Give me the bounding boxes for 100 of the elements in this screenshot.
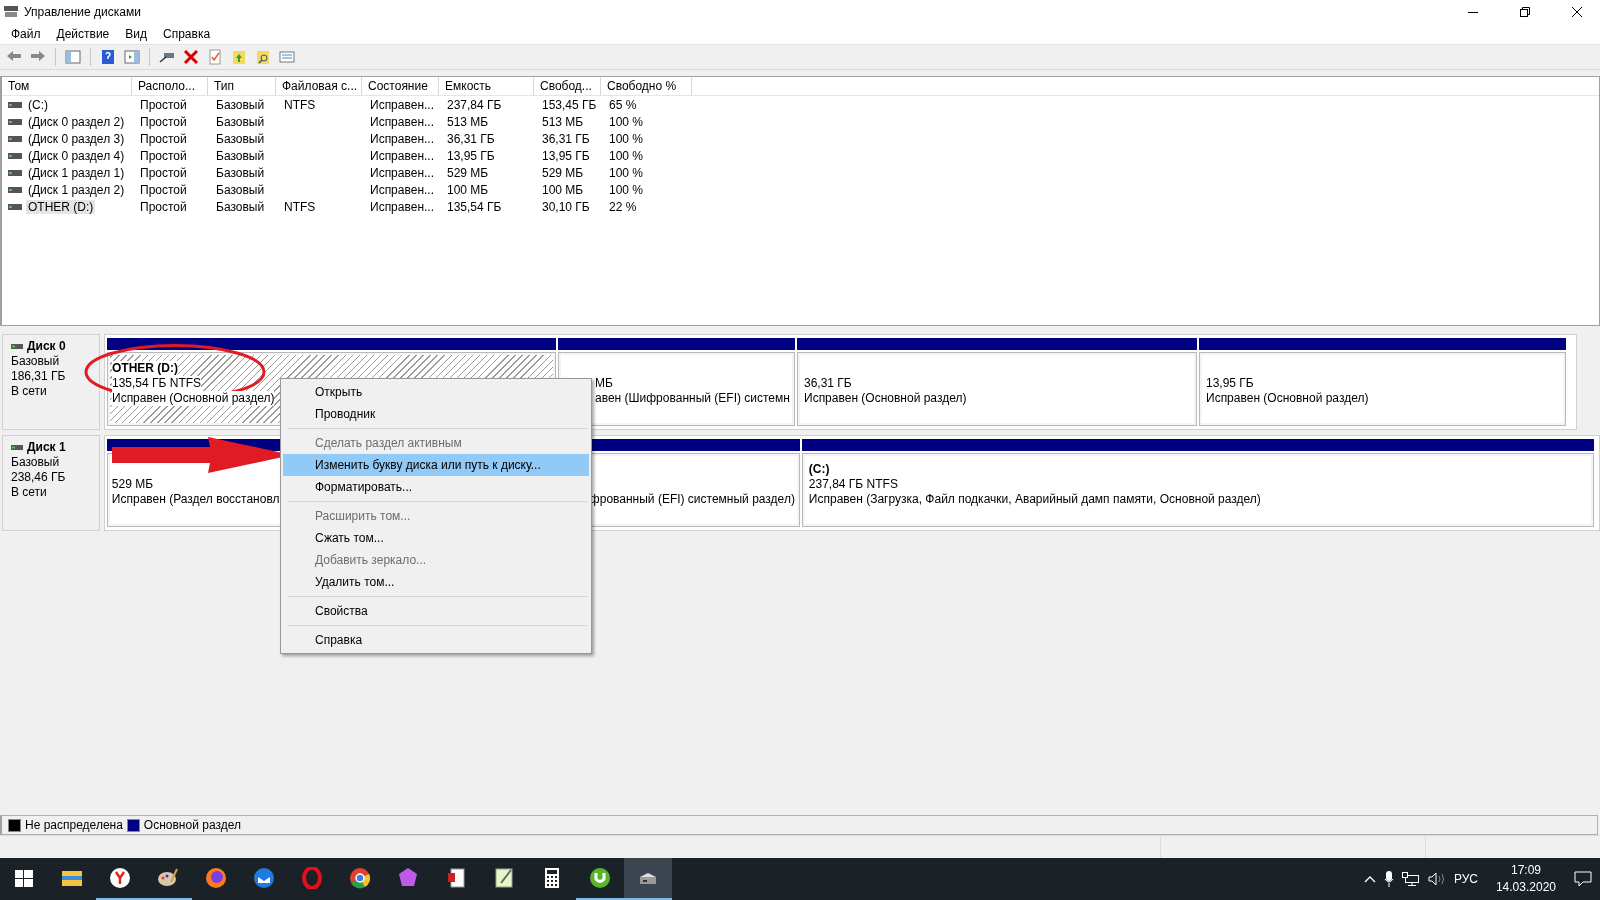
partition-status: Исправен (Раздел восстановл [111, 492, 280, 507]
check-document-icon [206, 48, 224, 66]
menu-item[interactable]: Действие [49, 27, 119, 41]
drive-icon [8, 186, 22, 193]
menu-item[interactable]: Справка [156, 27, 220, 41]
menu-item[interactable]: Свойства [283, 600, 589, 622]
table-cell-text: Исправен... [369, 114, 435, 129]
table-cell: OTHER (D:) [26, 199, 96, 214]
table-cell-text: 13,95 ГБ [446, 148, 496, 163]
table-cell-text: (Диск 1 раздел 1) [27, 165, 126, 180]
table-cell-text: Исправен... [369, 97, 435, 112]
table-cell-text: 529 МБ [541, 165, 585, 180]
legend-label: Основной раздел [143, 818, 241, 832]
table-cell-text: 135,54 ГБ [446, 199, 503, 214]
menu-item[interactable]: Изменить букву диска или путь к диску... [283, 454, 589, 476]
partition-block[interactable]: (C:) 237,84 ГБ NTFS Исправен (Загрузка, Файл подкачки, Аварийный дамп памяти, Основной раздел) [801, 453, 1594, 527]
drive-icon [8, 152, 22, 159]
help-icon [99, 48, 117, 66]
table-cell-text: 100 % [608, 182, 645, 197]
folder-up-icon [230, 48, 248, 66]
pane-icon [123, 48, 141, 66]
table-cell-text: Простой [139, 114, 188, 129]
list-icon [278, 48, 296, 66]
drive-icon [8, 203, 22, 210]
table-cell-text: 100 % [608, 131, 645, 146]
disk-name: Диск 1 [27, 440, 66, 455]
partition-size: МБ [595, 376, 613, 391]
table-cell-text: Простой [139, 165, 188, 180]
table-cell-text: Простой [139, 182, 188, 197]
drive-icon [8, 101, 22, 108]
table-cell-text: Базовый [215, 148, 266, 163]
partition-block[interactable]: 13,95 ГБ Исправен (Основной раздел) [1199, 352, 1566, 426]
table-cell-text: Базовый [215, 182, 266, 197]
menu-item[interactable]: Справка [283, 629, 589, 651]
table-cell-text: 30,10 ГБ [541, 199, 591, 214]
table-cell-text: Простой [139, 199, 188, 214]
restore-icon [1520, 7, 1530, 17]
table-cell-text: 100 МБ [446, 182, 490, 197]
table-cell-text: (C:) [27, 97, 49, 112]
disk-management-icon [4, 6, 18, 18]
partition-block[interactable]: МБ авен (Шифрованный (EFI) системн [558, 352, 795, 426]
partition-label: (C:) [808, 462, 830, 477]
drive-icon [11, 344, 23, 349]
language-indicator[interactable]: РУС [1453, 872, 1478, 886]
notification-icon[interactable] [1574, 871, 1592, 887]
partition-status: авен (Шифрованный (EFI) системн [595, 391, 790, 406]
partition-status: фрованный (EFI) системный раздел) [589, 492, 795, 507]
drive-icon [8, 118, 22, 125]
disk-name: Диск 0 [27, 339, 66, 354]
chevron-up-icon[interactable] [1363, 875, 1376, 883]
network-icon[interactable] [1401, 872, 1420, 886]
delete-icon [182, 48, 200, 66]
clock[interactable]: 17:09 14.03.2020 [1495, 862, 1556, 896]
gem-icon [397, 867, 419, 889]
table-cell-text: (Диск 1 раздел 2) [27, 182, 126, 197]
partition-status: Исправен (Загрузка, Файл подкачки, Аварийный дамп памяти, Основной раздел) [808, 492, 1261, 507]
partition-block[interactable]: 36,31 ГБ Исправен (Основной раздел) [797, 352, 1197, 426]
table-cell-text: Простой [139, 131, 188, 146]
partition-label: OTHER (D:) [112, 361, 178, 376]
legend-label: Не распределена [25, 818, 123, 832]
palette-icon [157, 867, 179, 889]
browser-icon [109, 867, 131, 889]
folder-search-icon [254, 48, 272, 66]
table-cell-text: Базовый [215, 199, 266, 214]
table-cell-text: 513 МБ [446, 114, 490, 129]
browser-icon [205, 867, 227, 889]
menu-item[interactable]: Файл [4, 27, 50, 41]
drive-icon [11, 445, 23, 450]
disk-status: В сети [11, 485, 48, 500]
table-cell-text: Базовый [215, 114, 266, 129]
toolbar-button[interactable] [181, 47, 201, 67]
disk-status: В сети [11, 384, 48, 399]
table-cell-text: (Диск 0 раздел 3) [27, 131, 126, 146]
menu-item[interactable]: Вид [118, 27, 156, 41]
table-cell-text: 100 % [608, 148, 645, 163]
menu-item[interactable]: Удалить том... [283, 571, 589, 593]
drive-icon [8, 135, 22, 142]
partition-status: Исправен (Основной раздел) [804, 391, 967, 406]
table-cell-text: Базовый [215, 131, 266, 146]
partition-size: 36,31 ГБ [804, 376, 852, 391]
notepad-icon [493, 867, 515, 889]
disk-size: 186,31 ГБ [11, 369, 67, 384]
partition-size: 237,84 ГБ NTFS [808, 477, 898, 492]
partition-size: 529 МБ [111, 477, 154, 492]
table-cell-text: 36,31 ГБ [446, 131, 496, 146]
drive-icon [8, 169, 22, 176]
torrent-icon [589, 867, 611, 889]
table-cell-text: 13,95 ГБ [541, 148, 591, 163]
window-title: Управление дисками [24, 5, 142, 19]
disk-type: Базовый [11, 354, 61, 369]
table-cell-text: Исправен... [369, 182, 435, 197]
windows-icon [13, 867, 35, 889]
partition-size: 135,54 ГБ NTFS [112, 376, 202, 391]
table-cell-text: 100 % [608, 165, 645, 180]
menu-item[interactable]: Сжать том... [283, 527, 589, 549]
microphone-icon[interactable] [1383, 871, 1394, 887]
table-cell-text: Исправен... [369, 165, 435, 180]
volume-icon[interactable] [1427, 872, 1446, 886]
table-cell-text: 100 МБ [541, 182, 585, 197]
document-icon [445, 867, 467, 889]
